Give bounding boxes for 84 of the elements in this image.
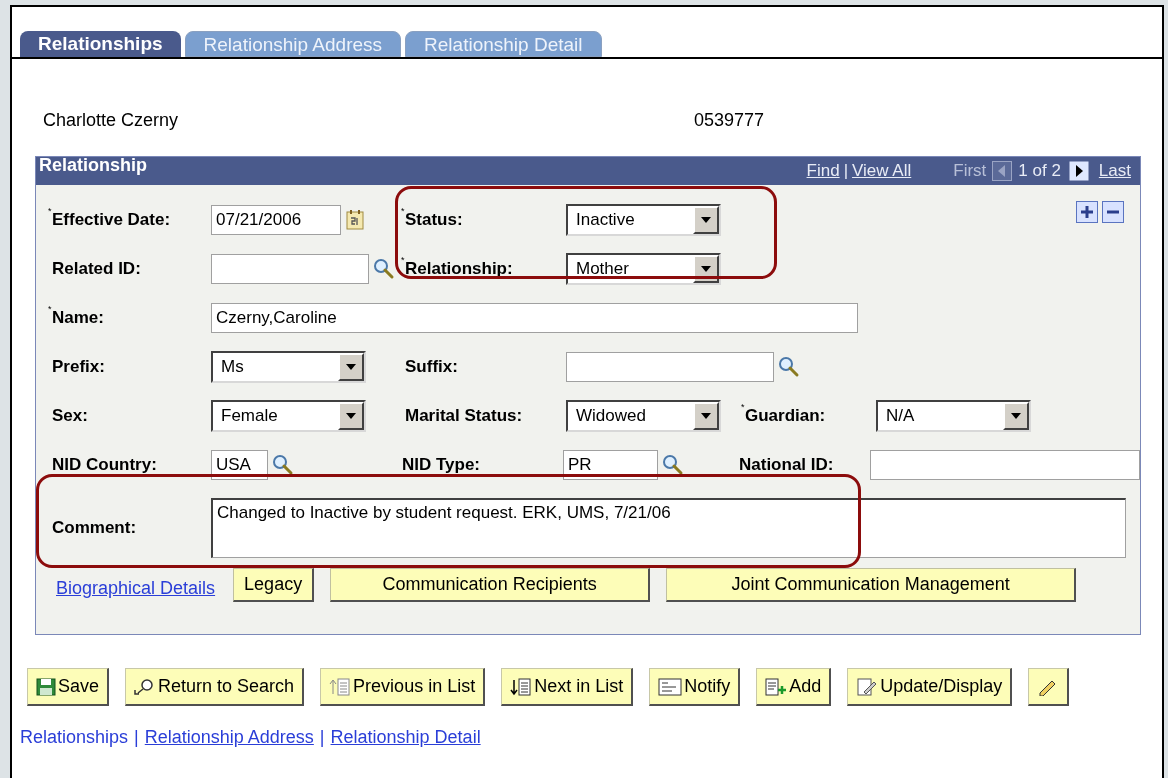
link-separator: | <box>843 159 849 182</box>
toolbar-button[interactable]: Notify <box>649 668 741 706</box>
list-plus-icon <box>765 677 788 696</box>
page-link[interactable]: Relationship Detail <box>330 724 481 751</box>
field-label: Suffix: <box>405 356 458 379</box>
dropdown-field[interactable]: Ms <box>211 351 366 383</box>
link-separator: | <box>319 726 325 749</box>
field-label: Related ID: <box>52 258 141 281</box>
toolbar-button[interactable] <box>1028 668 1070 706</box>
field-label: Sex: <box>52 405 88 428</box>
page-link[interactable]: Relationship Address <box>144 724 314 751</box>
field-label: Name: <box>52 307 104 330</box>
dropdown-field[interactable]: Female <box>211 400 366 432</box>
list-up-arrow-icon <box>329 677 352 696</box>
required-mark: * <box>48 207 52 217</box>
field-label: Comment: <box>52 517 137 540</box>
record-count: 1 of 2 <box>1018 159 1061 182</box>
field-label: Relationship: <box>405 258 513 281</box>
toolbar-button[interactable]: Save <box>27 668 110 706</box>
search-icon[interactable] <box>272 454 294 476</box>
panel-title: Relationship <box>39 154 147 177</box>
field-label: Status: <box>405 209 463 232</box>
required-mark: * <box>401 256 405 266</box>
field-label: Guardian: <box>745 405 826 428</box>
dropdown-button[interactable] <box>693 206 719 234</box>
field-label: Effective Date: <box>52 209 171 232</box>
dropdown-field[interactable]: N/A <box>876 400 1031 432</box>
input-field[interactable]: Czerny,Caroline <box>211 303 858 333</box>
dropdown-button[interactable] <box>1003 402 1029 430</box>
required-mark: * <box>741 403 745 413</box>
input-field[interactable] <box>211 254 369 284</box>
person-name: Charlotte Czerny <box>43 108 180 132</box>
field-label: NID Country: <box>52 454 157 477</box>
toolbar-button[interactable]: Previous in List <box>320 668 486 706</box>
dropdown-button[interactable] <box>338 353 364 381</box>
note-icon <box>658 677 683 696</box>
required-mark: * <box>48 305 52 315</box>
find-link[interactable]: Find <box>806 157 840 183</box>
input-field[interactable] <box>566 352 774 382</box>
field-label: Prefix: <box>52 356 105 379</box>
calendar-icon[interactable] <box>345 209 365 231</box>
toolbar-button[interactable]: Update/Display <box>847 668 1013 706</box>
first-label: First <box>953 159 987 182</box>
input-field[interactable] <box>870 450 1140 480</box>
field-label: NID Type: <box>401 454 480 477</box>
field-label: Marital Status: <box>405 405 523 428</box>
dropdown-field[interactable]: Widowed <box>566 400 721 432</box>
action-button[interactable]: Legacy <box>233 567 315 602</box>
toolbar-button[interactable]: Add <box>756 668 832 706</box>
comment-field[interactable]: Changed to Inactive by student request. ERK, UMS, 7/21/06 <box>211 498 1126 558</box>
plus-icon <box>1080 205 1094 219</box>
add-row-button[interactable] <box>1076 201 1098 223</box>
dropdown-field[interactable]: Inactive <box>566 204 721 236</box>
page-link[interactable]: Relationships <box>20 724 129 751</box>
caret-icon <box>701 217 711 223</box>
next-icon[interactable] <box>1068 161 1089 181</box>
delete-row-button[interactable] <box>1102 201 1124 223</box>
caret-icon <box>1011 413 1021 419</box>
last-link[interactable]: Last <box>1098 157 1131 183</box>
caret-icon <box>701 266 711 272</box>
search-icon[interactable] <box>373 258 395 280</box>
link-separator: | <box>134 726 139 749</box>
toolbar-button[interactable]: Return to Search <box>125 668 305 706</box>
required-mark: * <box>401 207 405 217</box>
tab[interactable]: Relationships <box>20 31 181 57</box>
search-icon[interactable] <box>778 356 800 378</box>
caret-icon <box>346 364 356 370</box>
dropdown-button[interactable] <box>338 402 364 430</box>
person-id: 0539777 <box>694 108 765 132</box>
caret-icon <box>701 413 711 419</box>
date-field[interactable]: 07/21/2006 <box>211 205 341 235</box>
action-button[interactable]: Joint Communication Management <box>666 567 1077 602</box>
dropdown-field[interactable]: Mother <box>566 253 721 285</box>
biographical-details-link[interactable]: Biographical Details <box>56 575 216 602</box>
action-button[interactable]: Communication Recipients <box>330 567 651 602</box>
caret-icon <box>346 413 356 419</box>
list-down-arrow-icon <box>510 677 533 696</box>
view-all-link[interactable]: View All <box>852 157 912 183</box>
toolbar-button[interactable]: Next in List <box>501 668 634 706</box>
field-label: National ID: <box>739 454 834 477</box>
dropdown-button[interactable] <box>693 402 719 430</box>
dropdown-button[interactable] <box>693 255 719 283</box>
search-icon[interactable] <box>661 454 684 476</box>
document-pen-icon <box>856 677 879 696</box>
